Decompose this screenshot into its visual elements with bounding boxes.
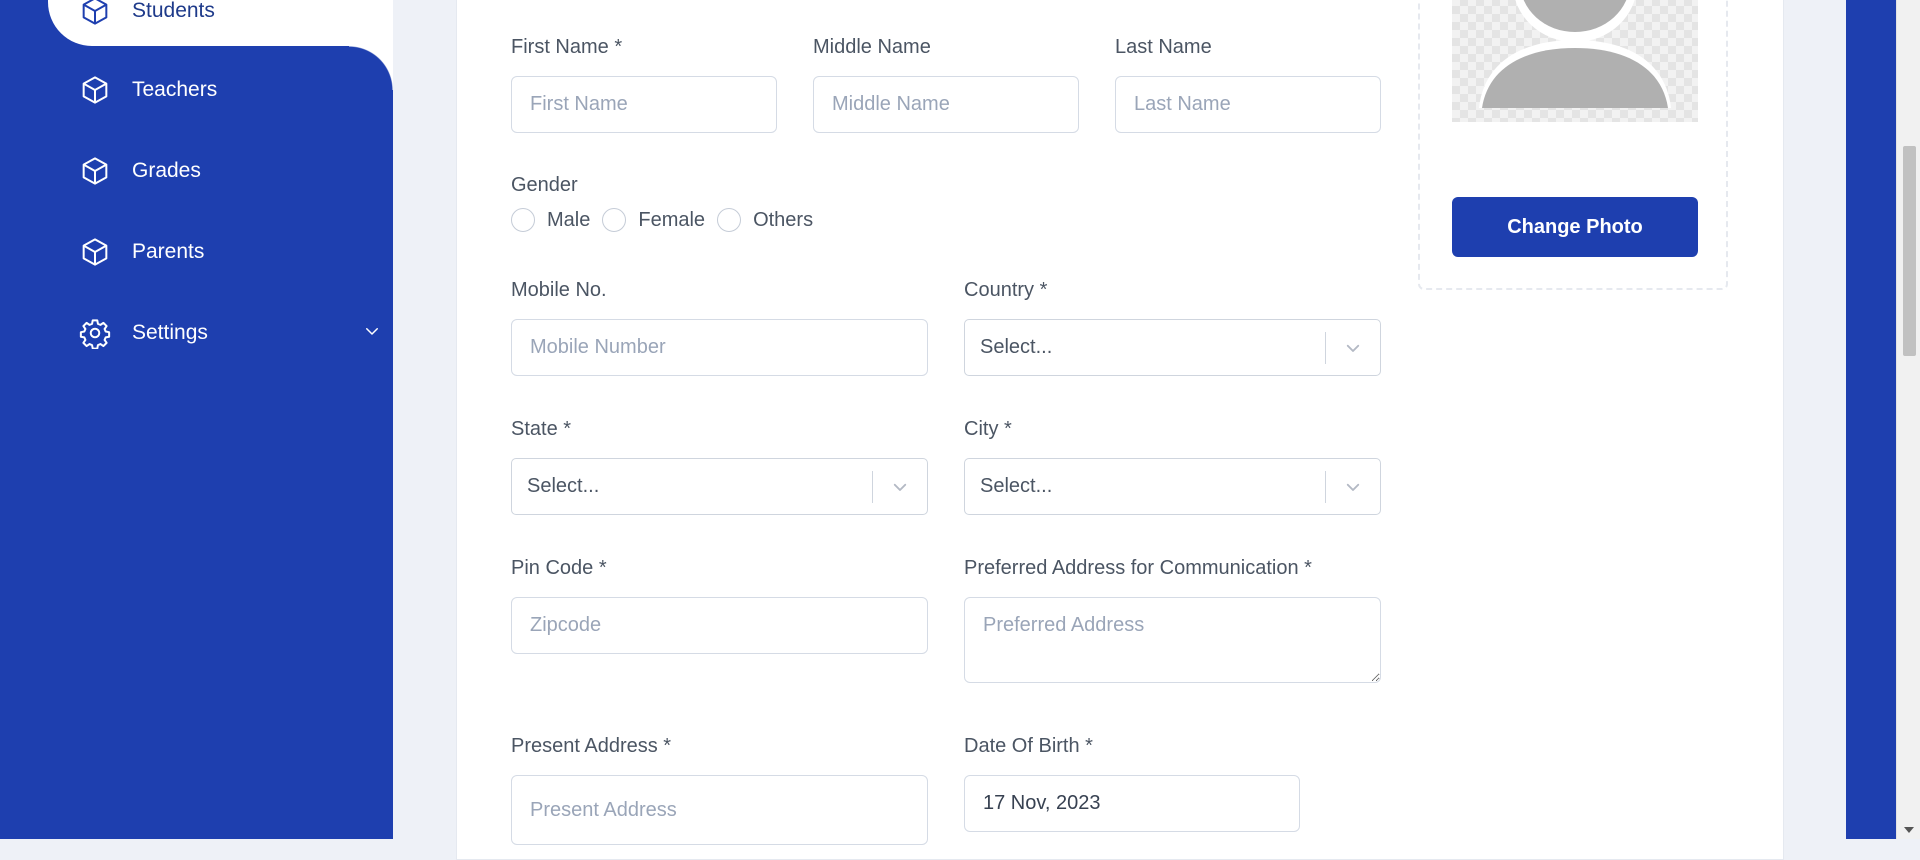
avatar — [1452, 0, 1698, 122]
scroll-down-arrow-icon[interactable] — [1904, 827, 1914, 833]
sidebar-item-students[interactable]: Students — [48, 0, 393, 90]
city-select-value: Select... — [980, 475, 1053, 497]
chevron-down-icon[interactable] — [873, 478, 927, 496]
sidebar-item-settings[interactable]: Settings — [48, 298, 393, 368]
vertical-scrollbar[interactable] — [1896, 0, 1920, 839]
present-address-input[interactable] — [511, 775, 928, 845]
cube-icon — [78, 73, 112, 107]
gender-radio-female[interactable]: Female — [602, 208, 705, 232]
dob-label: Date Of Birth * — [964, 735, 1093, 757]
sidebar-item-teachers[interactable]: Teachers — [48, 55, 393, 125]
chevron-down-icon[interactable] — [1326, 339, 1380, 357]
state-select-value: Select... — [527, 475, 600, 497]
user-silhouette-icon — [1479, 0, 1671, 108]
sidebar-item-parents[interactable]: Parents — [48, 217, 393, 287]
cube-icon — [78, 0, 112, 28]
sidebar-item-grades[interactable]: Grades — [48, 136, 393, 206]
right-accent-strip — [1846, 0, 1896, 839]
pin-code-label: Pin Code * — [511, 557, 607, 579]
pin-code-input[interactable] — [511, 597, 928, 654]
first-name-label: First Name * — [511, 36, 623, 58]
radio-circle[interactable] — [717, 208, 742, 232]
preferred-address-label: Preferred Address for Communication * — [964, 557, 1312, 579]
sidebar-item-label: Settings — [132, 321, 208, 344]
city-select[interactable]: Select... — [964, 458, 1381, 515]
city-label: City * — [964, 418, 1012, 440]
scrollbar-thumb[interactable] — [1903, 146, 1916, 356]
gender-radio-group: Male Female Others — [511, 208, 825, 232]
sidebar-item-label: Teachers — [132, 78, 218, 101]
middle-name-label: Middle Name — [813, 36, 931, 58]
dob-input[interactable] — [964, 775, 1300, 832]
sidebar-item-label: Parents — [132, 240, 205, 263]
gender-radio-male[interactable]: Male — [511, 208, 590, 232]
country-select[interactable]: Select... — [964, 319, 1381, 376]
gender-option-label: Male — [547, 208, 591, 231]
radio-circle[interactable] — [602, 208, 627, 232]
chevron-down-icon[interactable] — [1326, 478, 1380, 496]
cube-icon — [78, 235, 112, 269]
gender-option-label: Others — [753, 208, 814, 231]
change-photo-button[interactable]: Change Photo — [1452, 197, 1698, 257]
radio-circle[interactable] — [511, 208, 535, 232]
sidebar-item-label: Grades — [132, 159, 201, 182]
state-label: State * — [511, 418, 572, 440]
first-name-input[interactable] — [511, 76, 777, 133]
gender-option-label: Female — [638, 208, 706, 231]
chevron-down-icon — [363, 322, 381, 340]
last-name-label: Last Name — [1115, 36, 1212, 58]
last-name-input[interactable] — [1115, 76, 1381, 133]
cube-icon — [78, 154, 112, 188]
country-select-value: Select... — [980, 336, 1053, 358]
country-label: Country * — [964, 279, 1048, 301]
sidebar: Students Teachers Grades Parents Setting… — [0, 0, 393, 839]
preferred-address-textarea[interactable] — [964, 597, 1381, 683]
middle-name-input[interactable] — [813, 76, 1079, 133]
mobile-label: Mobile No. — [511, 279, 607, 301]
present-address-label: Present Address * — [511, 735, 672, 757]
gender-label: Gender — [511, 174, 578, 196]
state-select[interactable]: Select... — [511, 458, 928, 515]
gear-icon — [78, 316, 112, 350]
sidebar-item-label: Students — [132, 0, 215, 22]
photo-panel: Change Photo — [1418, 0, 1728, 290]
mobile-input[interactable] — [511, 319, 928, 376]
gender-radio-others[interactable]: Others — [717, 208, 813, 232]
